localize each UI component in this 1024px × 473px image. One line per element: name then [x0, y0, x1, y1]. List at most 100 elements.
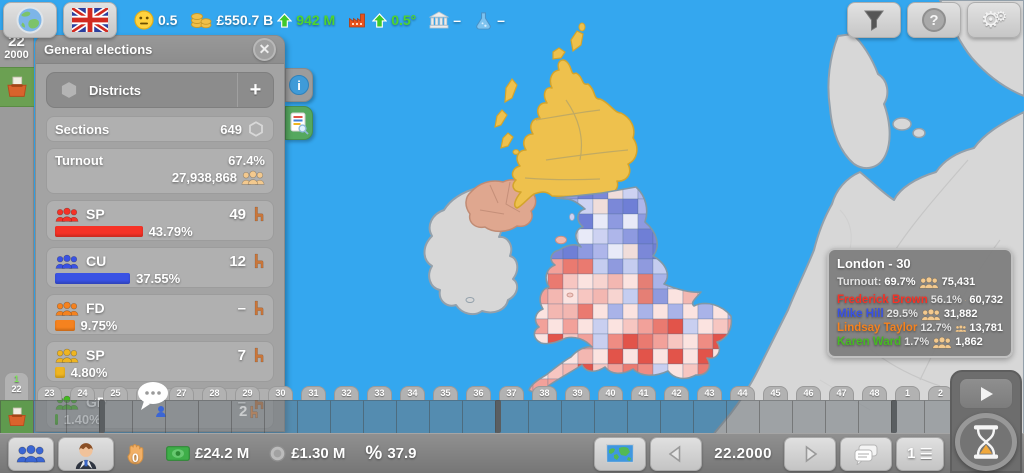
notifications-button[interactable]: 1 ☰	[896, 437, 944, 471]
party-seats: –	[238, 300, 246, 317]
leader-avatar-button[interactable]	[58, 437, 114, 471]
timeline-cell[interactable]	[330, 400, 363, 433]
timeline-cell[interactable]	[726, 400, 759, 433]
timeline-cell-label: 43	[697, 386, 722, 400]
sections-label: Sections	[55, 122, 109, 137]
timeline-cell[interactable]	[297, 400, 330, 433]
sections-row: Sections 649	[46, 116, 274, 142]
timeline-cell-label: 38	[532, 386, 557, 400]
help-button[interactable]: ?	[907, 2, 961, 38]
actions-stat: 0	[126, 442, 146, 466]
timeline-cell-label: 34	[400, 386, 425, 400]
candidate-line: Mike Hill 29.5% 31,882	[837, 307, 1003, 321]
timeline-cell[interactable]	[33, 400, 66, 433]
candidate-name: Lindsay Taylor	[837, 322, 917, 334]
party-pct: 9.75%	[81, 318, 118, 333]
seat-chair-icon	[253, 300, 265, 316]
party-pct: 37.55%	[136, 271, 180, 286]
bank-icon	[429, 11, 449, 29]
party-vote-bar	[55, 367, 65, 378]
timeline-cell[interactable]	[627, 400, 660, 433]
happiness-face-icon	[134, 10, 154, 30]
timeline-cell[interactable]	[165, 400, 198, 433]
population-button[interactable]	[8, 437, 54, 471]
timeline-cell[interactable]	[528, 400, 561, 433]
timeline-cell[interactable]	[495, 400, 528, 433]
districts-label: Districts	[89, 83, 141, 98]
timeline-cell-label: 48	[862, 386, 887, 400]
candidate-votes: 31,882	[944, 308, 978, 320]
timeline-cell[interactable]	[594, 400, 627, 433]
hourglass-speed-button[interactable]	[955, 413, 1017, 471]
ballot-box-icon	[6, 407, 28, 427]
minimap-button[interactable]	[594, 437, 646, 471]
flask-icon	[474, 11, 493, 30]
candidate-line: Lindsay Taylor 12.7% 13,781	[837, 321, 1003, 335]
timeline-cell[interactable]	[858, 400, 891, 433]
timeline-cell[interactable]	[792, 400, 825, 433]
timeline-cell-label: 40	[598, 386, 623, 400]
play-button[interactable]	[959, 378, 1013, 409]
party-row[interactable]: SP 49 43.79%	[46, 200, 274, 241]
percent-stat: % 37.9	[365, 443, 416, 465]
party-abbr: FD	[86, 300, 105, 316]
results-report-tab[interactable]	[285, 106, 313, 140]
timeline-cell[interactable]	[66, 400, 99, 433]
close-button[interactable]: ✕	[253, 38, 276, 61]
timeline-cell[interactable]	[363, 400, 396, 433]
report-magnifier-icon	[288, 111, 310, 135]
party-seats: 49	[229, 206, 246, 223]
next-date-button[interactable]	[784, 437, 836, 471]
timeline-cell[interactable]	[99, 400, 132, 433]
question-icon: ?	[922, 8, 946, 32]
party-row[interactable]: SP 7 4.80%	[46, 341, 274, 382]
timeline-cell[interactable]	[462, 400, 495, 433]
timeline-cell[interactable]	[396, 400, 429, 433]
timeline-cell[interactable]	[825, 400, 858, 433]
timeline-cell[interactable]	[264, 400, 297, 433]
party-row[interactable]: CU 12 37.55%	[46, 247, 274, 288]
timeline-cell-label: 25	[103, 386, 128, 400]
messages-button[interactable]	[840, 437, 892, 471]
party-row[interactable]: FD – 9.75%	[46, 294, 274, 335]
timeline-cell-label: 27	[169, 386, 194, 400]
election-tile[interactable]	[0, 67, 34, 107]
party-seats: 7	[238, 347, 246, 364]
info-tab[interactable]: i	[285, 68, 313, 102]
info-icon: i	[289, 75, 309, 95]
cash-value: £24.2 M	[195, 445, 249, 462]
timeline-cell[interactable]	[891, 400, 924, 433]
crowd-icon	[955, 322, 967, 335]
settings-button[interactable]: ⚙⚙	[967, 2, 1021, 38]
timeline-cell[interactable]	[660, 400, 693, 433]
filter-button[interactable]	[847, 2, 901, 38]
crowd-icon	[932, 336, 952, 349]
prev-date-button[interactable]	[650, 437, 702, 471]
globe-button[interactable]	[3, 2, 57, 38]
timeline-cell[interactable]	[561, 400, 594, 433]
country-flag-button[interactable]	[63, 2, 117, 38]
party-pct: 43.79%	[149, 224, 193, 239]
industry-stat: 0.5°	[348, 12, 416, 28]
timeline-cell[interactable]	[198, 400, 231, 433]
sections-value: 649	[220, 122, 242, 137]
hourglass-icon	[973, 425, 999, 459]
list-icon: ☰	[919, 445, 932, 463]
timeline-cell[interactable]	[759, 400, 792, 433]
timeline-cell-label: 45	[763, 386, 788, 400]
timeline-seat-event: 2	[239, 403, 259, 420]
gears-icon: ⚙⚙	[981, 9, 1007, 31]
chat-icon	[853, 443, 879, 465]
timeline[interactable]: 1222324252627282923031323334353637383940…	[0, 385, 960, 433]
growth-value: 0.5°	[391, 12, 416, 28]
timeline-cell[interactable]	[0, 400, 33, 433]
add-districts-button[interactable]: +	[237, 73, 273, 107]
timeline-cell[interactable]	[429, 400, 462, 433]
notification-count: 1	[907, 445, 915, 462]
timeline-cell-label: 28	[202, 386, 227, 400]
party-pct: 4.80%	[71, 365, 108, 380]
party-vote-bar	[55, 273, 130, 284]
timeline-cell[interactable]	[693, 400, 726, 433]
districts-selector[interactable]: Districts +	[46, 72, 274, 108]
candidate-line: Karen Ward 1.7% 1,862	[837, 335, 1003, 349]
